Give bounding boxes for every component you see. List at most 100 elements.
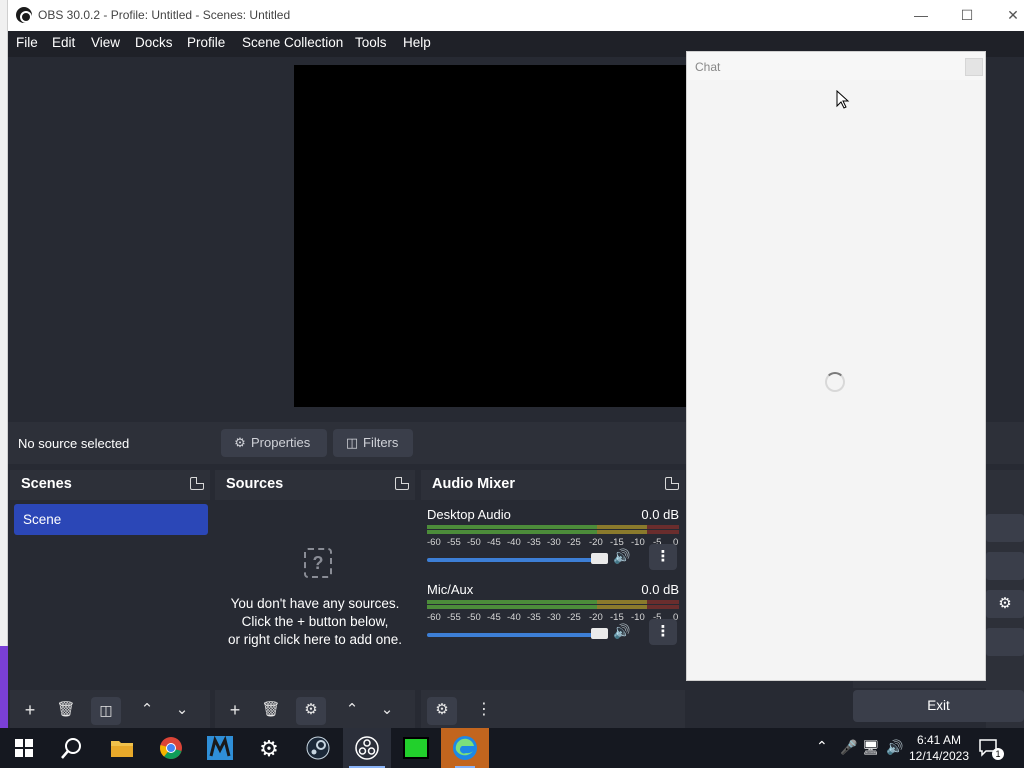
edge-button[interactable] — [441, 728, 489, 768]
search-button[interactable] — [48, 728, 96, 768]
menu-scene-collection[interactable]: Scene Collection — [242, 35, 343, 50]
controls-button-4[interactable] — [986, 628, 1024, 656]
undock-icon[interactable] — [395, 477, 409, 490]
nvidia-button[interactable] — [392, 728, 440, 768]
windows-icon — [15, 739, 33, 757]
start-button[interactable] — [0, 728, 48, 768]
menu-profile[interactable]: Profile — [187, 35, 225, 50]
steam-icon — [306, 736, 330, 760]
source-status: No source selected — [18, 436, 130, 451]
meter-scale: -60 -55 -50 -45 -40 -35 -30 -25 -20 -15 … — [427, 537, 679, 548]
channel-name: Mic/Aux — [427, 582, 474, 597]
microphone-icon[interactable]: 🎤 — [840, 739, 857, 756]
volume-icon[interactable]: 🔊 — [886, 739, 903, 756]
mouse-cursor-icon — [836, 90, 850, 109]
speaker-icon[interactable]: 🔊 — [613, 548, 630, 565]
channel-name: Desktop Audio — [427, 507, 511, 522]
scene-item[interactable]: Scene — [14, 504, 208, 535]
scenes-dock: Scenes Scene + 🗑 ◫ ⌃ ⌄ — [10, 470, 210, 728]
search-icon — [61, 738, 81, 759]
filters-button[interactable]: ◫ Filters — [333, 429, 413, 457]
edge-icon — [453, 736, 477, 760]
source-properties-button[interactable]: ⚙ — [296, 697, 326, 725]
chrome-icon — [160, 737, 182, 759]
menu-docks[interactable]: Docks — [135, 35, 173, 50]
clock-time: 6:41 AM — [916, 733, 962, 747]
volume-meter — [427, 525, 679, 534]
chat-title: Chat — [695, 60, 721, 74]
system-clock[interactable]: 6:41 AM 12/14/2023 — [906, 732, 972, 764]
network-icon[interactable]: 🖥 — [862, 739, 880, 756]
nvidia-icon — [403, 737, 429, 759]
channel-menu-button[interactable]: ⋮ — [649, 544, 677, 570]
sources-list[interactable]: ? You don't have any sources. Click the … — [215, 500, 415, 690]
exit-button[interactable]: Exit — [853, 690, 1024, 722]
obs-logo-icon — [16, 7, 32, 23]
audio-mixer-dock: Audio Mixer Desktop Audio 0.0 dB -60 -55 — [421, 470, 685, 728]
scenes-toolbar: + 🗑 ◫ ⌃ ⌄ — [10, 690, 210, 728]
move-scene-up-button[interactable]: ⌃ — [132, 697, 162, 725]
chrome-button[interactable] — [147, 728, 195, 768]
window-title: OBS 30.0.2 - Profile: Untitled - Scenes:… — [38, 8, 291, 22]
gear-icon: ⚙ — [234, 435, 246, 450]
title-bar: OBS 30.0.2 - Profile: Untitled - Scenes:… — [8, 0, 1024, 31]
menu-help[interactable]: Help — [403, 35, 431, 50]
move-source-down-button[interactable]: ⌄ — [372, 697, 402, 725]
volume-slider[interactable] — [427, 633, 607, 637]
menu-view[interactable]: View — [91, 35, 120, 50]
volume-meter — [427, 600, 679, 609]
settings-app-button[interactable]: ⚙ — [245, 728, 293, 768]
remove-source-button[interactable]: 🗑 — [256, 697, 286, 725]
add-source-button[interactable]: + — [220, 697, 250, 725]
steam-button[interactable] — [294, 728, 342, 768]
advanced-audio-button[interactable]: ⚙ — [427, 697, 457, 725]
obs-taskbar-button[interactable] — [343, 728, 391, 768]
volume-slider-handle[interactable] — [591, 553, 608, 564]
empty-sources-line3: or right click here to add one. — [227, 632, 403, 647]
background-window-strip — [0, 0, 8, 728]
app-m-button[interactable] — [196, 728, 244, 768]
maximize-button[interactable]: ☐ — [944, 0, 990, 31]
close-window-button[interactable]: ✕ — [990, 0, 1024, 31]
mixer-menu-button[interactable]: ⋮ — [469, 697, 499, 725]
settings-icon[interactable]: ⚙ — [986, 590, 1024, 618]
scenes-list: Scene — [10, 500, 210, 690]
show-hidden-icons-icon[interactable]: ⌃ — [816, 738, 828, 755]
chat-window[interactable]: Chat — [686, 51, 986, 681]
speaker-icon[interactable]: 🔊 — [613, 623, 630, 640]
audio-mixer-title: Audio Mixer — [432, 476, 515, 492]
volume-slider[interactable] — [427, 558, 607, 562]
minimize-button[interactable]: — — [898, 0, 944, 31]
properties-button[interactable]: ⚙ Properties — [221, 429, 327, 457]
add-scene-button[interactable]: + — [15, 697, 45, 725]
channel-menu-button[interactable]: ⋮ — [649, 619, 677, 645]
undock-icon[interactable] — [190, 477, 204, 490]
undock-icon[interactable] — [665, 477, 679, 490]
sources-dock-header: Sources — [215, 470, 415, 500]
move-source-up-button[interactable]: ⌃ — [337, 697, 367, 725]
chat-close-button[interactable] — [965, 58, 983, 76]
filters-label: Filters — [363, 435, 399, 450]
sources-title: Sources — [226, 476, 284, 492]
controls-button-2[interactable] — [986, 552, 1024, 580]
notification-center-button[interactable]: 1 — [978, 736, 1004, 760]
empty-sources-line2: Click the + button below, — [241, 614, 389, 629]
controls-button-1[interactable] — [986, 514, 1024, 542]
menu-edit[interactable]: Edit — [52, 35, 75, 50]
obs-icon — [355, 736, 379, 760]
mixer-channel-mic-aux: Mic/Aux 0.0 dB -60 -55 -50 -45 -40 -35 -… — [427, 582, 679, 648]
program-preview[interactable] — [294, 65, 686, 407]
sources-dock: Sources ? You don't have any sources. Cl… — [215, 470, 415, 728]
meter-scale: -60 -55 -50 -45 -40 -35 -30 -25 -20 -15 … — [427, 612, 679, 623]
channel-db: 0.0 dB — [641, 507, 679, 522]
controls-strip — [853, 680, 1024, 688]
remove-scene-button[interactable]: 🗑 — [51, 697, 81, 725]
mixer-channel-desktop-audio: Desktop Audio 0.0 dB -60 -55 -50 -45 -40 — [427, 507, 679, 573]
volume-slider-handle[interactable] — [591, 628, 608, 639]
menu-file[interactable]: File — [16, 35, 38, 50]
move-scene-down-button[interactable]: ⌄ — [167, 697, 197, 725]
file-explorer-button[interactable] — [98, 728, 146, 768]
chat-header: Chat — [687, 52, 985, 80]
menu-tools[interactable]: Tools — [355, 35, 387, 50]
scene-filters-button[interactable]: ◫ — [91, 697, 121, 725]
